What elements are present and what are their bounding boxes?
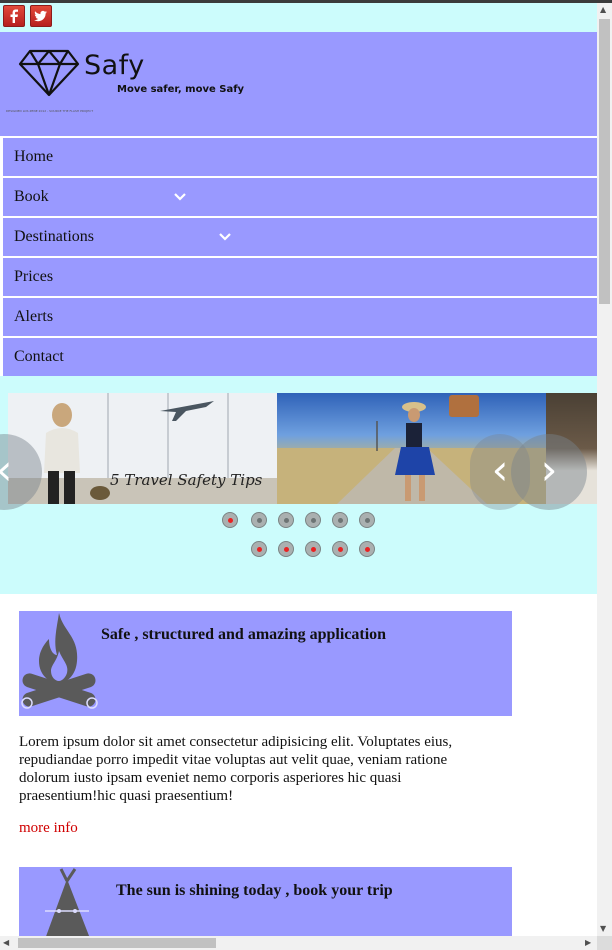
card-title: The sun is shining today , book your tri… <box>116 882 393 899</box>
facebook-icon[interactable] <box>3 5 25 27</box>
image-slider: 5 Travel Safety Tips ‹ ‹ › <box>0 376 597 594</box>
nav-item-alerts[interactable]: Alerts <box>3 298 597 336</box>
card-title: Safe , structured and amazing applicatio… <box>101 626 387 643</box>
chevron-down-icon[interactable] <box>218 218 232 256</box>
site-tagline: Move safer, move Safy <box>117 84 245 95</box>
nav-item-destinations[interactable]: Destinations <box>3 218 597 256</box>
slide-caption: 5 Travel Safety Tips <box>110 471 263 489</box>
chevron-left-icon: ‹ <box>491 445 509 494</box>
slider-dot[interactable] <box>278 512 294 528</box>
scroll-left-icon[interactable]: ◀ <box>3 938 9 947</box>
scroll-up-icon[interactable]: ▲ <box>600 5 606 14</box>
body-paragraph: Lorem ipsum dolor sit amet consectetur a… <box>19 734 453 804</box>
chevron-left-icon: ‹ <box>0 445 12 494</box>
slider-dot[interactable] <box>222 512 238 528</box>
chevron-down-icon[interactable] <box>173 178 187 216</box>
social-bar <box>0 3 597 32</box>
nav-item-prices[interactable]: Prices <box>3 258 597 296</box>
nav-label: Home <box>14 148 54 165</box>
main-nav: Home Book Destinations Prices Alerts Con… <box>3 138 597 378</box>
nav-item-contact[interactable]: Contact <box>3 338 597 376</box>
vertical-scroll-thumb[interactable] <box>599 19 610 304</box>
slider-dot[interactable] <box>359 541 375 557</box>
nav-label: Prices <box>14 268 54 285</box>
slider-dot[interactable] <box>251 541 267 557</box>
slider-dot[interactable] <box>332 512 348 528</box>
nav-label: Alerts <box>14 308 54 325</box>
feature-card: Safe , structured and amazing applicatio… <box>19 611 512 716</box>
site-header: Safy Move safer, move Safy DESIGNED LOS … <box>0 32 597 136</box>
nav-label: Contact <box>14 348 64 365</box>
slider-dot[interactable] <box>278 541 294 557</box>
tent-icon <box>45 868 90 936</box>
twitter-icon[interactable] <box>30 5 52 27</box>
chevron-right-icon: › <box>540 445 558 494</box>
more-info-link[interactable]: more info <box>19 820 78 837</box>
horizontal-scroll-thumb[interactable] <box>18 938 216 948</box>
scrollbar-corner <box>597 936 612 950</box>
header-credit: DESIGNED LOS ZENE 2012 - SOURCE THE FLAS… <box>6 109 94 113</box>
campfire-icon <box>21 613 98 709</box>
nav-label: Destinations <box>14 228 94 245</box>
vertical-scrollbar[interactable]: ▲ ▼ <box>597 3 612 936</box>
slide-travel-tips[interactable]: 5 Travel Safety Tips <box>8 393 277 504</box>
slider-dot[interactable] <box>305 512 321 528</box>
horizontal-scrollbar[interactable]: ◀ ▶ <box>0 936 597 950</box>
scroll-right-icon[interactable]: ▶ <box>585 938 591 947</box>
scroll-down-icon[interactable]: ▼ <box>600 924 606 933</box>
slider-dot[interactable] <box>305 541 321 557</box>
slider-dot[interactable] <box>359 512 375 528</box>
nav-item-book[interactable]: Book <box>3 178 597 216</box>
slider-dot[interactable] <box>251 512 267 528</box>
nav-item-home[interactable]: Home <box>3 138 597 176</box>
slider-dot[interactable] <box>332 541 348 557</box>
slider-next-button[interactable]: › <box>511 434 587 510</box>
diamond-icon <box>18 49 80 97</box>
feature-card: The sun is shining today , book your tri… <box>19 867 512 936</box>
page-viewport: Safy Move safer, move Safy DESIGNED LOS … <box>0 3 597 936</box>
nav-label: Book <box>14 188 49 205</box>
site-title[interactable]: Safy <box>84 50 145 81</box>
